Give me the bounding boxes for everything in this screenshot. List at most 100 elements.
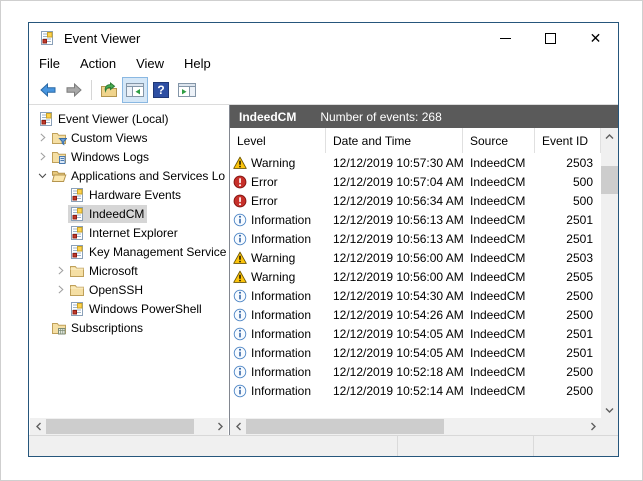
datetime-cell: 12/12/2019 10:56:13 AM [326, 213, 463, 227]
event-row[interactable]: Error12/12/2019 10:56:34 AMIndeedCM500 [230, 191, 601, 210]
level-text: Warning [251, 156, 295, 170]
subscriptions-icon [51, 320, 67, 336]
tree-item-event-viewer-local[interactable]: Event Viewer (Local) [29, 109, 229, 128]
menu-bar: File Action View Help [29, 53, 618, 76]
menu-action[interactable]: Action [70, 54, 126, 75]
arrow-right-icon [65, 81, 83, 99]
information-icon [233, 232, 247, 246]
level-cell: Information [230, 213, 326, 227]
event-log-icon [69, 244, 85, 260]
datetime-cell: 12/12/2019 10:54:05 AM [326, 327, 463, 341]
tree-item-label: Windows Logs [71, 150, 149, 164]
chevron-right-icon[interactable] [35, 131, 50, 144]
event-row[interactable]: Error12/12/2019 10:57:04 AMIndeedCM500 [230, 172, 601, 191]
chevron-right-icon[interactable] [53, 264, 68, 277]
column-header-event-id[interactable]: Event ID [535, 128, 601, 153]
tree-item-key-management-service[interactable]: Key Management Service [29, 242, 229, 261]
tree-item-label: Custom Views [71, 131, 147, 145]
event-log-icon [69, 187, 85, 203]
level-cell: Information [230, 346, 326, 360]
tree-item-label: OpenSSH [89, 283, 143, 297]
scroll-left-icon[interactable] [231, 418, 246, 435]
datetime-cell: 12/12/2019 10:52:14 AM [326, 384, 463, 398]
scrollbar-corner [601, 418, 618, 435]
datetime-cell: 12/12/2019 10:56:13 AM [326, 232, 463, 246]
export-button[interactable] [96, 77, 122, 103]
chevron-right-icon[interactable] [53, 283, 68, 296]
list-hscrollbar[interactable] [230, 418, 601, 435]
scroll-right-icon[interactable] [212, 418, 227, 435]
content-area: Event Viewer (Local) Custom Views Windows … [29, 105, 618, 435]
datetime-cell: 12/12/2019 10:54:30 AM [326, 289, 463, 303]
tree-item-label: Event Viewer (Local) [58, 112, 169, 126]
column-header-source[interactable]: Source [463, 128, 535, 153]
vertical-scrollbar[interactable] [601, 128, 618, 418]
datetime-cell: 12/12/2019 10:57:30 AM [326, 156, 463, 170]
tree-item-openssh[interactable]: OpenSSH [29, 280, 229, 299]
folder-logs-icon [51, 149, 67, 165]
table-body: Warning12/12/2019 10:57:30 AMIndeedCM250… [230, 153, 601, 418]
scrollbar-thumb[interactable] [246, 419, 444, 434]
event-row[interactable]: Information12/12/2019 10:52:18 AMIndeedC… [230, 362, 601, 381]
help-button[interactable]: ? [148, 77, 174, 103]
title-bar[interactable]: Event Viewer ✕ [29, 23, 618, 53]
minimize-button[interactable] [483, 23, 528, 53]
scroll-down-icon[interactable] [601, 402, 618, 417]
event-row[interactable]: Warning12/12/2019 10:56:00 AMIndeedCM250… [230, 267, 601, 286]
scrollbar-thumb[interactable] [46, 419, 194, 434]
tree-item-windows-powershell[interactable]: Windows PowerShell [29, 299, 229, 318]
tree-item-applications-and-services-lo[interactable]: Applications and Services Lo [29, 166, 229, 185]
close-button[interactable]: ✕ [573, 23, 618, 53]
event-row[interactable]: Information12/12/2019 10:54:05 AMIndeedC… [230, 343, 601, 362]
maximize-button[interactable] [528, 23, 573, 53]
event-log-icon [69, 206, 85, 222]
event-row[interactable]: Information12/12/2019 10:56:13 AMIndeedC… [230, 229, 601, 248]
menu-file[interactable]: File [29, 54, 70, 75]
event-row[interactable]: Information12/12/2019 10:54:30 AMIndeedC… [230, 286, 601, 305]
back-button[interactable] [35, 77, 61, 103]
tree-item-microsoft[interactable]: Microsoft [29, 261, 229, 280]
tree-item-hardware-events[interactable]: Hardware Events [29, 185, 229, 204]
scrollbar-thumb[interactable] [601, 166, 618, 194]
results-panel: IndeedCM Number of events: 268 LevelDate… [229, 105, 618, 435]
event-row[interactable]: Information12/12/2019 10:56:13 AMIndeedC… [230, 210, 601, 229]
results-header: IndeedCM Number of events: 268 [230, 105, 618, 128]
information-icon [233, 308, 247, 322]
tree-item-label: IndeedCM [89, 207, 144, 221]
tree-item-custom-views[interactable]: Custom Views [29, 128, 229, 147]
forward-button[interactable] [61, 77, 87, 103]
menu-view[interactable]: View [126, 54, 174, 75]
menu-help[interactable]: Help [174, 54, 221, 75]
event-id-cell: 2501 [535, 213, 601, 227]
warning-icon [233, 156, 247, 170]
event-row[interactable]: Information12/12/2019 10:54:05 AMIndeedC… [230, 324, 601, 343]
event-row[interactable]: Warning12/12/2019 10:57:30 AMIndeedCM250… [230, 153, 601, 172]
event-row[interactable]: Warning12/12/2019 10:56:00 AMIndeedCM250… [230, 248, 601, 267]
scroll-up-icon[interactable] [601, 129, 618, 144]
toggle-action-pane-button[interactable] [174, 77, 200, 103]
scroll-left-icon[interactable] [31, 418, 46, 435]
column-header-date-and-time[interactable]: Date and Time [326, 128, 463, 153]
tree-item-internet-explorer[interactable]: Internet Explorer [29, 223, 229, 242]
chevron-right-icon[interactable] [35, 150, 50, 163]
event-id-cell: 2505 [535, 270, 601, 284]
source-cell: IndeedCM [463, 232, 535, 246]
information-icon [233, 289, 247, 303]
tree-item-indeedcm[interactable]: IndeedCM [29, 204, 229, 223]
event-row[interactable]: Information12/12/2019 10:54:26 AMIndeedC… [230, 305, 601, 324]
level-cell: Information [230, 232, 326, 246]
source-cell: IndeedCM [463, 213, 535, 227]
source-cell: IndeedCM [463, 194, 535, 208]
chevron-down-icon[interactable] [35, 169, 50, 182]
event-id-cell: 500 [535, 175, 601, 189]
event-viewer-window: Event Viewer ✕ File Action View Help [28, 22, 619, 457]
tree-hscrollbar[interactable] [30, 418, 228, 435]
scroll-right-icon[interactable] [585, 418, 600, 435]
tree-item-windows-logs[interactable]: Windows Logs [29, 147, 229, 166]
event-id-cell: 2500 [535, 384, 601, 398]
event-id-cell: 2503 [535, 251, 601, 265]
event-row[interactable]: Information12/12/2019 10:52:14 AMIndeedC… [230, 381, 601, 400]
tree-item-subscriptions[interactable]: Subscriptions [29, 318, 229, 337]
toggle-console-tree-button[interactable] [122, 77, 148, 103]
column-header-level[interactable]: Level [230, 128, 326, 153]
